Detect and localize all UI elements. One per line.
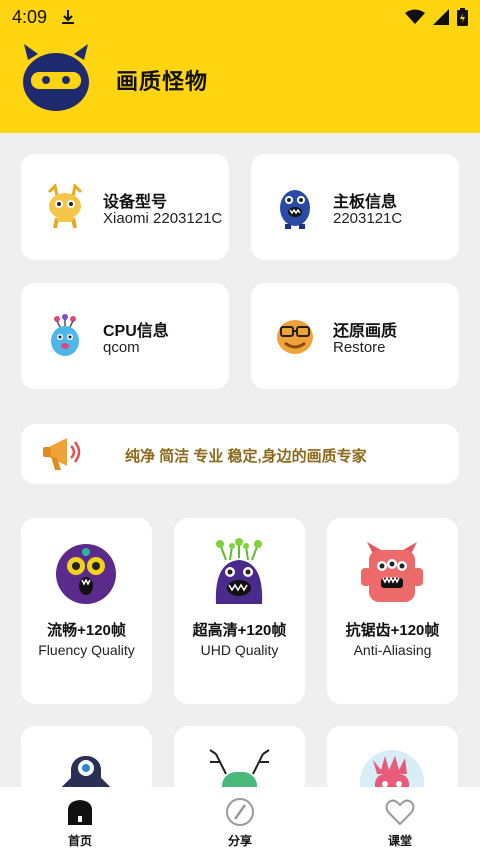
purple-monster-icon [56,544,116,604]
cpu-info-card[interactable]: CPU信息 qcom [21,283,229,389]
battery-icon [457,8,468,26]
anti-aliasing-mode-card[interactable]: 抗锯齿+120帧 Anti-Aliasing [327,518,458,704]
status-time: 4:09 [12,6,48,27]
nav-share[interactable]: 分享 [160,787,320,853]
compass-icon [226,798,254,826]
nav-label: 分享 [227,834,252,848]
nav-home[interactable]: 首页 [0,787,160,853]
mode-title: 超高清+120帧 [192,622,287,639]
card-value: Restore [333,339,386,356]
fluency-mode-card[interactable]: 流畅+120帧 Fluency Quality [21,518,152,704]
home-icon [68,800,92,825]
red-monster-icon [361,542,423,602]
card-value: Xiaomi 2203121C [103,210,223,227]
card-title: 主板信息 [333,194,398,211]
download-icon [62,10,75,24]
mode-title: 抗锯齿+120帧 [345,622,440,639]
app-header: 4:09 画质怪物 [0,0,480,133]
app-title: 画质怪物 [116,69,209,94]
uhd-mode-card[interactable]: 超高清+120帧 UHD Quality [174,518,305,704]
mode-card-5[interactable] [174,726,305,812]
slogan-text: 纯净 简洁 专业 稳定,身边的画质专家 [125,448,367,465]
mode-title: 流畅+120帧 [47,622,126,639]
restore-quality-card[interactable]: 还原画质 Restore [251,283,459,389]
mode-card-4[interactable] [21,726,152,806]
balloon-monster-icon [51,314,79,356]
card-value: qcom [103,339,140,356]
nav-label: 课堂 [387,834,412,848]
slogan-banner: 纯净 简洁 专业 稳定,身边的画质专家 [21,424,459,484]
status-bar: 4:09 [0,0,480,34]
antenna-monster-icon [215,538,263,604]
signal-icon [433,9,449,25]
card-title: CPU信息 [103,323,169,340]
nav-label: 首页 [67,834,92,848]
megaphone-icon [43,438,81,470]
bottom-navigation: 首页 分享 课堂 [0,787,480,853]
monster-logo [23,44,89,111]
orange-monster-icon [277,320,313,354]
yellow-monster-icon [47,184,83,229]
mode-subtitle: Fluency Quality [38,642,135,658]
blue-monster-icon [280,190,310,229]
card-title: 设备型号 [103,194,168,211]
heart-icon [385,799,415,826]
board-info-card[interactable]: 主板信息 2203121C [251,154,459,260]
wifi-icon [405,9,425,24]
mode-subtitle: UHD Quality [200,642,279,658]
nav-classroom[interactable]: 课堂 [320,787,480,853]
card-value: 2203121C [333,210,403,227]
mode-card-6[interactable] [327,726,458,814]
mode-subtitle: Anti-Aliasing [353,642,432,658]
card-title: 还原画质 [333,323,398,340]
device-model-card[interactable]: 设备型号 Xiaomi 2203121C [21,154,229,260]
